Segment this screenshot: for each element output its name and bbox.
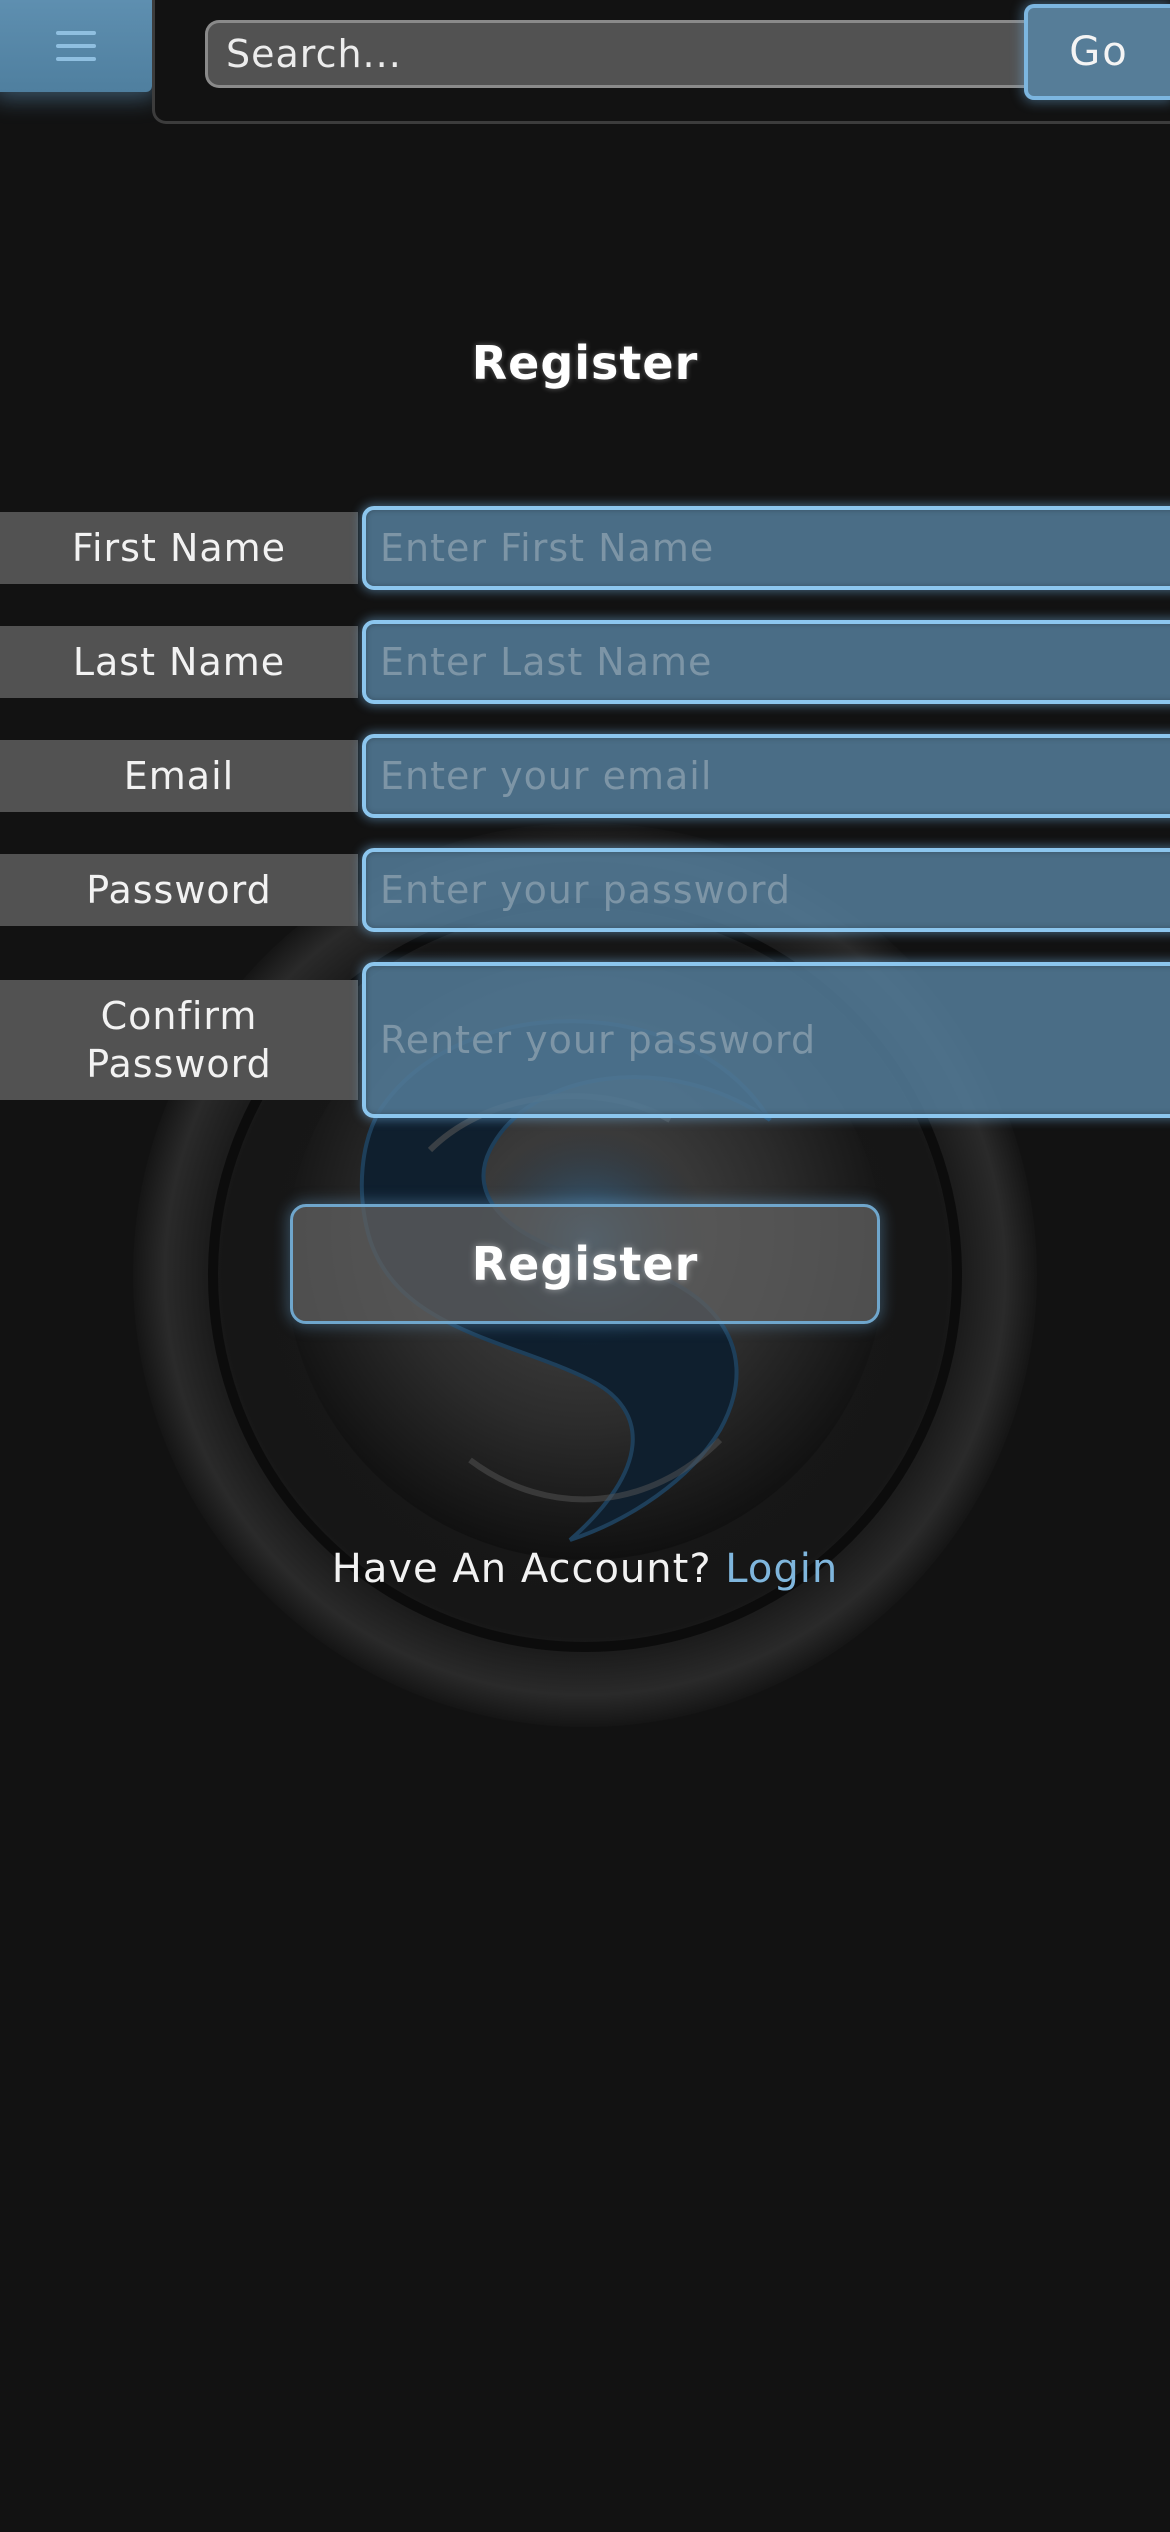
first-name-field[interactable] <box>362 506 1170 590</box>
menu-button[interactable] <box>0 0 152 92</box>
password-label: Password <box>0 854 358 926</box>
login-link[interactable]: Login <box>725 1546 838 1592</box>
confirm-password-label: Confirm Password <box>0 980 358 1100</box>
email-field[interactable] <box>362 734 1170 818</box>
search-input[interactable] <box>205 20 1040 88</box>
confirm-password-label-line2: Password <box>86 1042 272 1086</box>
have-account-text: Have An Account? <box>331 1546 712 1592</box>
email-label: Email <box>0 740 358 812</box>
password-field[interactable] <box>362 848 1170 932</box>
go-button[interactable]: Go <box>1024 4 1170 100</box>
last-name-label: Last Name <box>0 626 358 698</box>
register-page: Go Register First Name Last Name Email P… <box>0 0 1170 2532</box>
confirm-password-label-line1: Confirm <box>100 994 258 1038</box>
last-name-field[interactable] <box>362 620 1170 704</box>
page-title: Register <box>471 336 699 390</box>
hamburger-menu-icon <box>56 31 96 61</box>
have-account-prompt: Have An Account? Login <box>0 1546 1170 1592</box>
register-button[interactable]: Register <box>290 1204 880 1324</box>
first-name-label: First Name <box>0 512 358 584</box>
confirm-password-field[interactable] <box>362 962 1170 1118</box>
